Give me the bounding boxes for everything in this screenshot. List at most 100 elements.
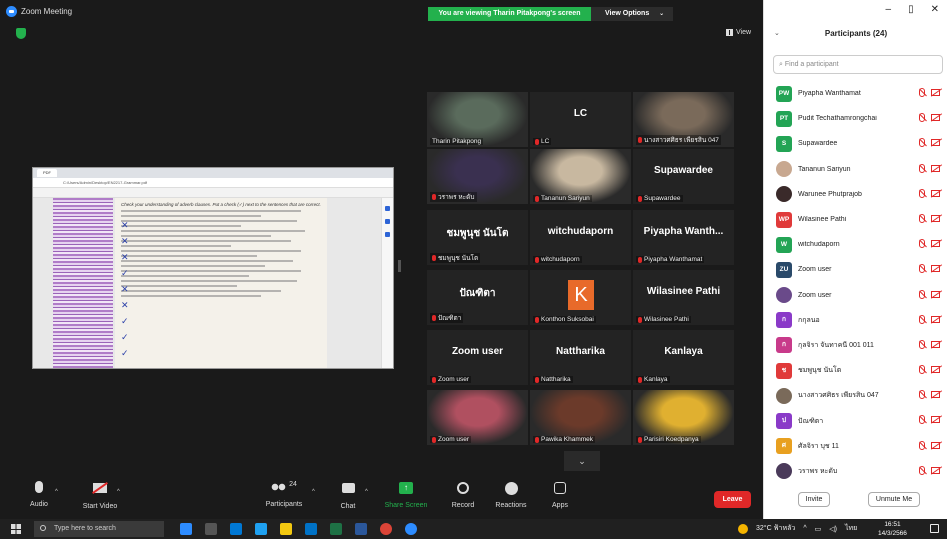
tile-name-label: Konthon Suksobai	[533, 316, 596, 323]
participant-row[interactable]: PT Pudit Techathamrongchai	[764, 106, 947, 131]
word-icon[interactable]	[355, 523, 367, 535]
network-icon[interactable]: ▭	[815, 525, 822, 533]
chat-options-caret[interactable]: ^	[365, 489, 368, 495]
participant-status-icons	[919, 239, 940, 249]
participant-row[interactable]: กกกุลนอ	[764, 308, 947, 333]
participant-row[interactable]: ศศัลจิรา บุช 11	[764, 434, 947, 459]
audio-label: Audio	[30, 501, 48, 508]
video-tile[interactable]: วราพร หะดับ	[427, 149, 528, 204]
participants-button[interactable]: 24 Participants	[258, 481, 310, 508]
store-icon[interactable]	[230, 523, 242, 535]
video-options-caret[interactable]: ^	[117, 489, 120, 495]
participant-row[interactable]: WP Wilasinee Pathi	[764, 207, 947, 232]
shared-screen[interactable]: PDF C:/Users/Admin/Desktop/EN2217-Gramma…	[32, 167, 394, 369]
participant-row[interactable]: ชชมพูนุช นันโต	[764, 358, 947, 383]
pdf-text-line	[121, 240, 291, 242]
tile-name-text: นางสาวศศิธร เพียรสิน 047	[644, 137, 719, 144]
participant-row[interactable]: Wwitchudaporn	[764, 232, 947, 257]
file-explorer-icon[interactable]	[280, 523, 292, 535]
volume-icon[interactable]: ◁)	[829, 525, 837, 533]
participant-row[interactable]: กกุลจิรา จันทาคนี 001 011	[764, 333, 947, 358]
language-indicator[interactable]: ไทย	[845, 523, 857, 534]
audio-button[interactable]: Audio	[28, 481, 50, 508]
participant-row[interactable]: วราพร หะดับ	[764, 459, 947, 484]
video-tile[interactable]: ปัณฑิตา ปัณฑิตา	[427, 270, 528, 325]
excel-icon[interactable]	[330, 523, 342, 535]
tile-display-name: Supawardee	[654, 165, 713, 176]
video-tile[interactable]: Tharin Pitakpong	[427, 92, 528, 147]
start-video-button[interactable]: Start Video	[77, 481, 123, 510]
minimize-icon[interactable]: –	[886, 4, 892, 15]
close-icon[interactable]: ✕	[931, 4, 939, 15]
record-button[interactable]: Record	[449, 481, 477, 509]
tile-name-label: Kanlaya	[636, 376, 670, 383]
taskbar-apps	[180, 523, 417, 535]
windows-start-icon[interactable]	[11, 524, 21, 534]
invite-button[interactable]: Invite	[798, 492, 830, 507]
view-button[interactable]: View	[726, 29, 751, 36]
participant-row[interactable]: Zoom user	[764, 283, 947, 308]
reactions-button[interactable]: Reactions	[492, 481, 530, 509]
split-resize-handle[interactable]	[398, 260, 401, 272]
video-tile[interactable]: K Konthon Suksobai	[530, 270, 631, 325]
pdf-text-line	[121, 215, 261, 217]
video-off-icon	[931, 391, 940, 399]
video-tile[interactable]: Pawika Khammek	[530, 390, 631, 445]
unmute-me-button[interactable]: Unmute Me	[868, 492, 920, 507]
mail-icon[interactable]	[305, 523, 317, 535]
video-tile[interactable]: Wilasinee Pathi Wilasinee Pathi	[633, 270, 734, 325]
muted-mic-icon	[638, 316, 642, 323]
video-tile[interactable]: ชมพูนุช นันโต ชมพูนุช นันโต	[427, 210, 528, 265]
tool-icon[interactable]	[385, 219, 390, 224]
taskbar-search-box[interactable]: Type here to search	[34, 521, 164, 537]
participant-status-icons	[919, 138, 940, 148]
participants-options-caret[interactable]: ^	[312, 489, 315, 495]
maximize-icon[interactable]: ▯	[908, 4, 914, 15]
leave-button[interactable]: Leave	[714, 491, 751, 508]
gallery-next-page-button[interactable]: ⌄	[564, 451, 600, 471]
participant-row[interactable]: PW Piyapha Wanthamat	[764, 81, 947, 106]
video-tile[interactable]: LC LC	[530, 92, 631, 147]
edge-icon[interactable]	[255, 523, 267, 535]
cross-mark-icon: ✕	[121, 220, 129, 230]
tray-overflow-icon[interactable]: ^	[803, 525, 806, 532]
view-options-button[interactable]: View Options ⌄	[591, 7, 673, 21]
video-tile[interactable]: Nattharika Nattharika	[530, 330, 631, 385]
chat-button[interactable]: Chat	[336, 481, 360, 510]
video-tile[interactable]: นางสาวศศิธร เพียรสิน 047	[633, 92, 734, 147]
audio-options-caret[interactable]: ^	[55, 489, 58, 495]
tile-name-text: Tharin Pitakpong	[432, 138, 482, 145]
participant-row[interactable]: Tananun Sariyun	[764, 157, 947, 182]
chrome-icon[interactable]	[380, 523, 392, 535]
video-tile[interactable]: Kanlaya Kanlaya	[633, 330, 734, 385]
participant-row[interactable]: นางสาวศศิธร เพียรสิน 047	[764, 383, 947, 408]
pdf-text-line	[121, 245, 231, 247]
participant-row[interactable]: ปปัณฑิตา	[764, 408, 947, 433]
video-tile[interactable]: Supawardee Supawardee	[633, 149, 734, 204]
video-tile[interactable]: Zoom user	[427, 390, 528, 445]
participant-status-icons	[919, 163, 940, 173]
participant-row[interactable]: S Supawardee	[764, 131, 947, 156]
security-shield-icon[interactable]	[16, 28, 26, 39]
find-participant-input[interactable]: ⌕ Find a participant	[773, 55, 943, 74]
apps-button[interactable]: Apps	[549, 481, 571, 509]
participant-row[interactable]: ZU Zoom user	[764, 257, 947, 282]
video-tile[interactable]: Tananun Sariyun	[530, 149, 631, 204]
browser-address-bar: C:/Users/Admin/Desktop/EN2217-Grammar.pd…	[33, 178, 393, 188]
video-tile[interactable]: Piyapha Wanth... Piyapha Wanthamat	[633, 210, 734, 265]
task-view-icon[interactable]	[205, 523, 217, 535]
zoom-app-icon[interactable]	[405, 523, 417, 535]
tile-display-name: Wilasinee Pathi	[646, 286, 721, 297]
video-tile[interactable]: witchudaporn witchudaporn	[530, 210, 631, 265]
share-screen-button[interactable]: ↑ Share Screen	[382, 481, 430, 509]
widgets-icon[interactable]	[180, 523, 192, 535]
notifications-icon[interactable]	[930, 524, 939, 533]
weather-text[interactable]: 32°C ฟ้าหลัว	[756, 523, 795, 534]
video-tile[interactable]: Zoom user Zoom user	[427, 330, 528, 385]
participant-row[interactable]: Warunee Phutprajob	[764, 182, 947, 207]
participant-status-icons	[919, 465, 940, 475]
taskbar-clock[interactable]: 16:51 14/3/2566	[878, 520, 907, 538]
tool-icon[interactable]	[385, 232, 390, 237]
video-tile[interactable]: Parisiri Koedpanya	[633, 390, 734, 445]
tool-icon[interactable]	[385, 206, 390, 211]
